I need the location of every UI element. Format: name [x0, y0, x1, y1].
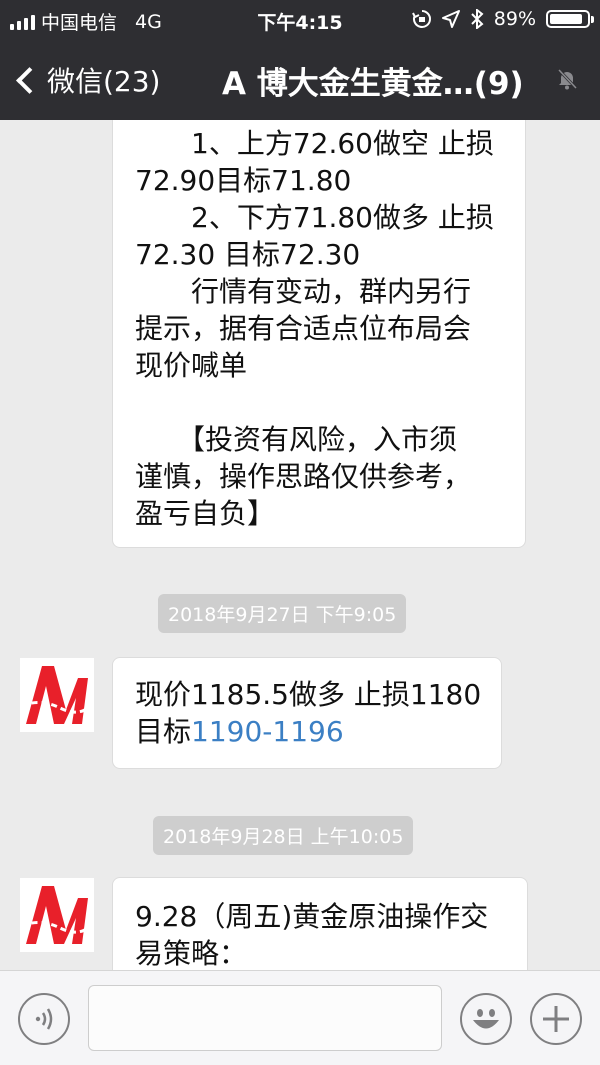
message-line: 9.28（周五)黄金原油操作交: [135, 900, 489, 933]
mute-icon: [557, 68, 578, 90]
message-bubble[interactable]: 9.28（周五)黄金原油操作交 易策略：: [112, 877, 528, 970]
voice-icon: [35, 1008, 53, 1030]
battery-percent: 89%: [493, 8, 536, 30]
message-bubble[interactable]: 1、上方72.60做空 止损 72.90目标71.80 2、下方71.80做多 …: [112, 120, 526, 548]
message-line: 目标1190-1196: [135, 713, 479, 750]
message-line: 72.90目标71.80: [135, 164, 352, 197]
emoji-button[interactable]: [460, 993, 512, 1045]
back-button[interactable]: 微信(23): [14, 60, 160, 100]
message-line: 易策略：: [135, 937, 248, 970]
message-line: 谨慎，操作思路仅供参考，: [135, 460, 472, 493]
location-icon: [441, 10, 460, 28]
chevron-left-icon: [16, 66, 43, 94]
chat-area[interactable]: 1、上方72.60做空 止损 72.90目标71.80 2、下方71.80做多 …: [0, 120, 600, 970]
message-line: 现价喊单: [135, 349, 248, 382]
message-line: 【投资有风险，入市须: [135, 423, 458, 456]
status-bar: 中国电信 4G 下午4:15 89%: [0, 0, 600, 40]
nav-bar: 微信(23) A 博大金生黄金…(9): [0, 40, 600, 120]
message-line: 提示，据有合适点位布局会: [135, 312, 472, 345]
message-link[interactable]: 1190-1196: [191, 715, 344, 748]
message-line: 现价1185.5做多 止损1180: [135, 678, 482, 711]
message-line: 72.30 目标72.30: [135, 238, 361, 271]
message-line: 行情有变动，群内另行: [135, 275, 472, 308]
bluetooth-icon: [471, 9, 484, 29]
back-label: 微信(23): [47, 65, 161, 98]
message-input[interactable]: [88, 985, 442, 1051]
chat-title[interactable]: A 博大金生黄金…(9): [222, 58, 524, 103]
plus-icon: [543, 1006, 569, 1032]
message-line: 1、上方72.60做空 止损: [135, 127, 494, 160]
chat-screen: 中国电信 4G 下午4:15 89% 微信(23) A 博大金生黄金…(9) 1…: [0, 0, 600, 1065]
avatar[interactable]: [20, 878, 94, 952]
timestamp: 2018年9月28日 上午10:05: [153, 816, 414, 855]
timestamp: 2018年9月27日 下午9:05: [158, 594, 407, 633]
logo-icon: [21, 666, 94, 724]
logo-icon: [21, 886, 94, 944]
plus-button[interactable]: [530, 993, 582, 1045]
battery-icon: [546, 10, 594, 28]
message-bubble[interactable]: 现价1185.5做多 止损1180 目标1190-1196: [112, 657, 502, 769]
input-bar: [0, 970, 600, 1065]
message-line: 盈亏自负】: [135, 497, 276, 530]
voice-button[interactable]: [18, 993, 70, 1045]
rotation-lock-icon: [411, 10, 431, 28]
avatar[interactable]: [20, 658, 94, 732]
message-text: 目标: [135, 715, 192, 748]
battery-level: [550, 14, 583, 24]
emoji-icon: [473, 1009, 499, 1029]
message-line: 2、下方71.80做多 止损: [135, 201, 494, 234]
status-right: 89%: [411, 8, 594, 30]
